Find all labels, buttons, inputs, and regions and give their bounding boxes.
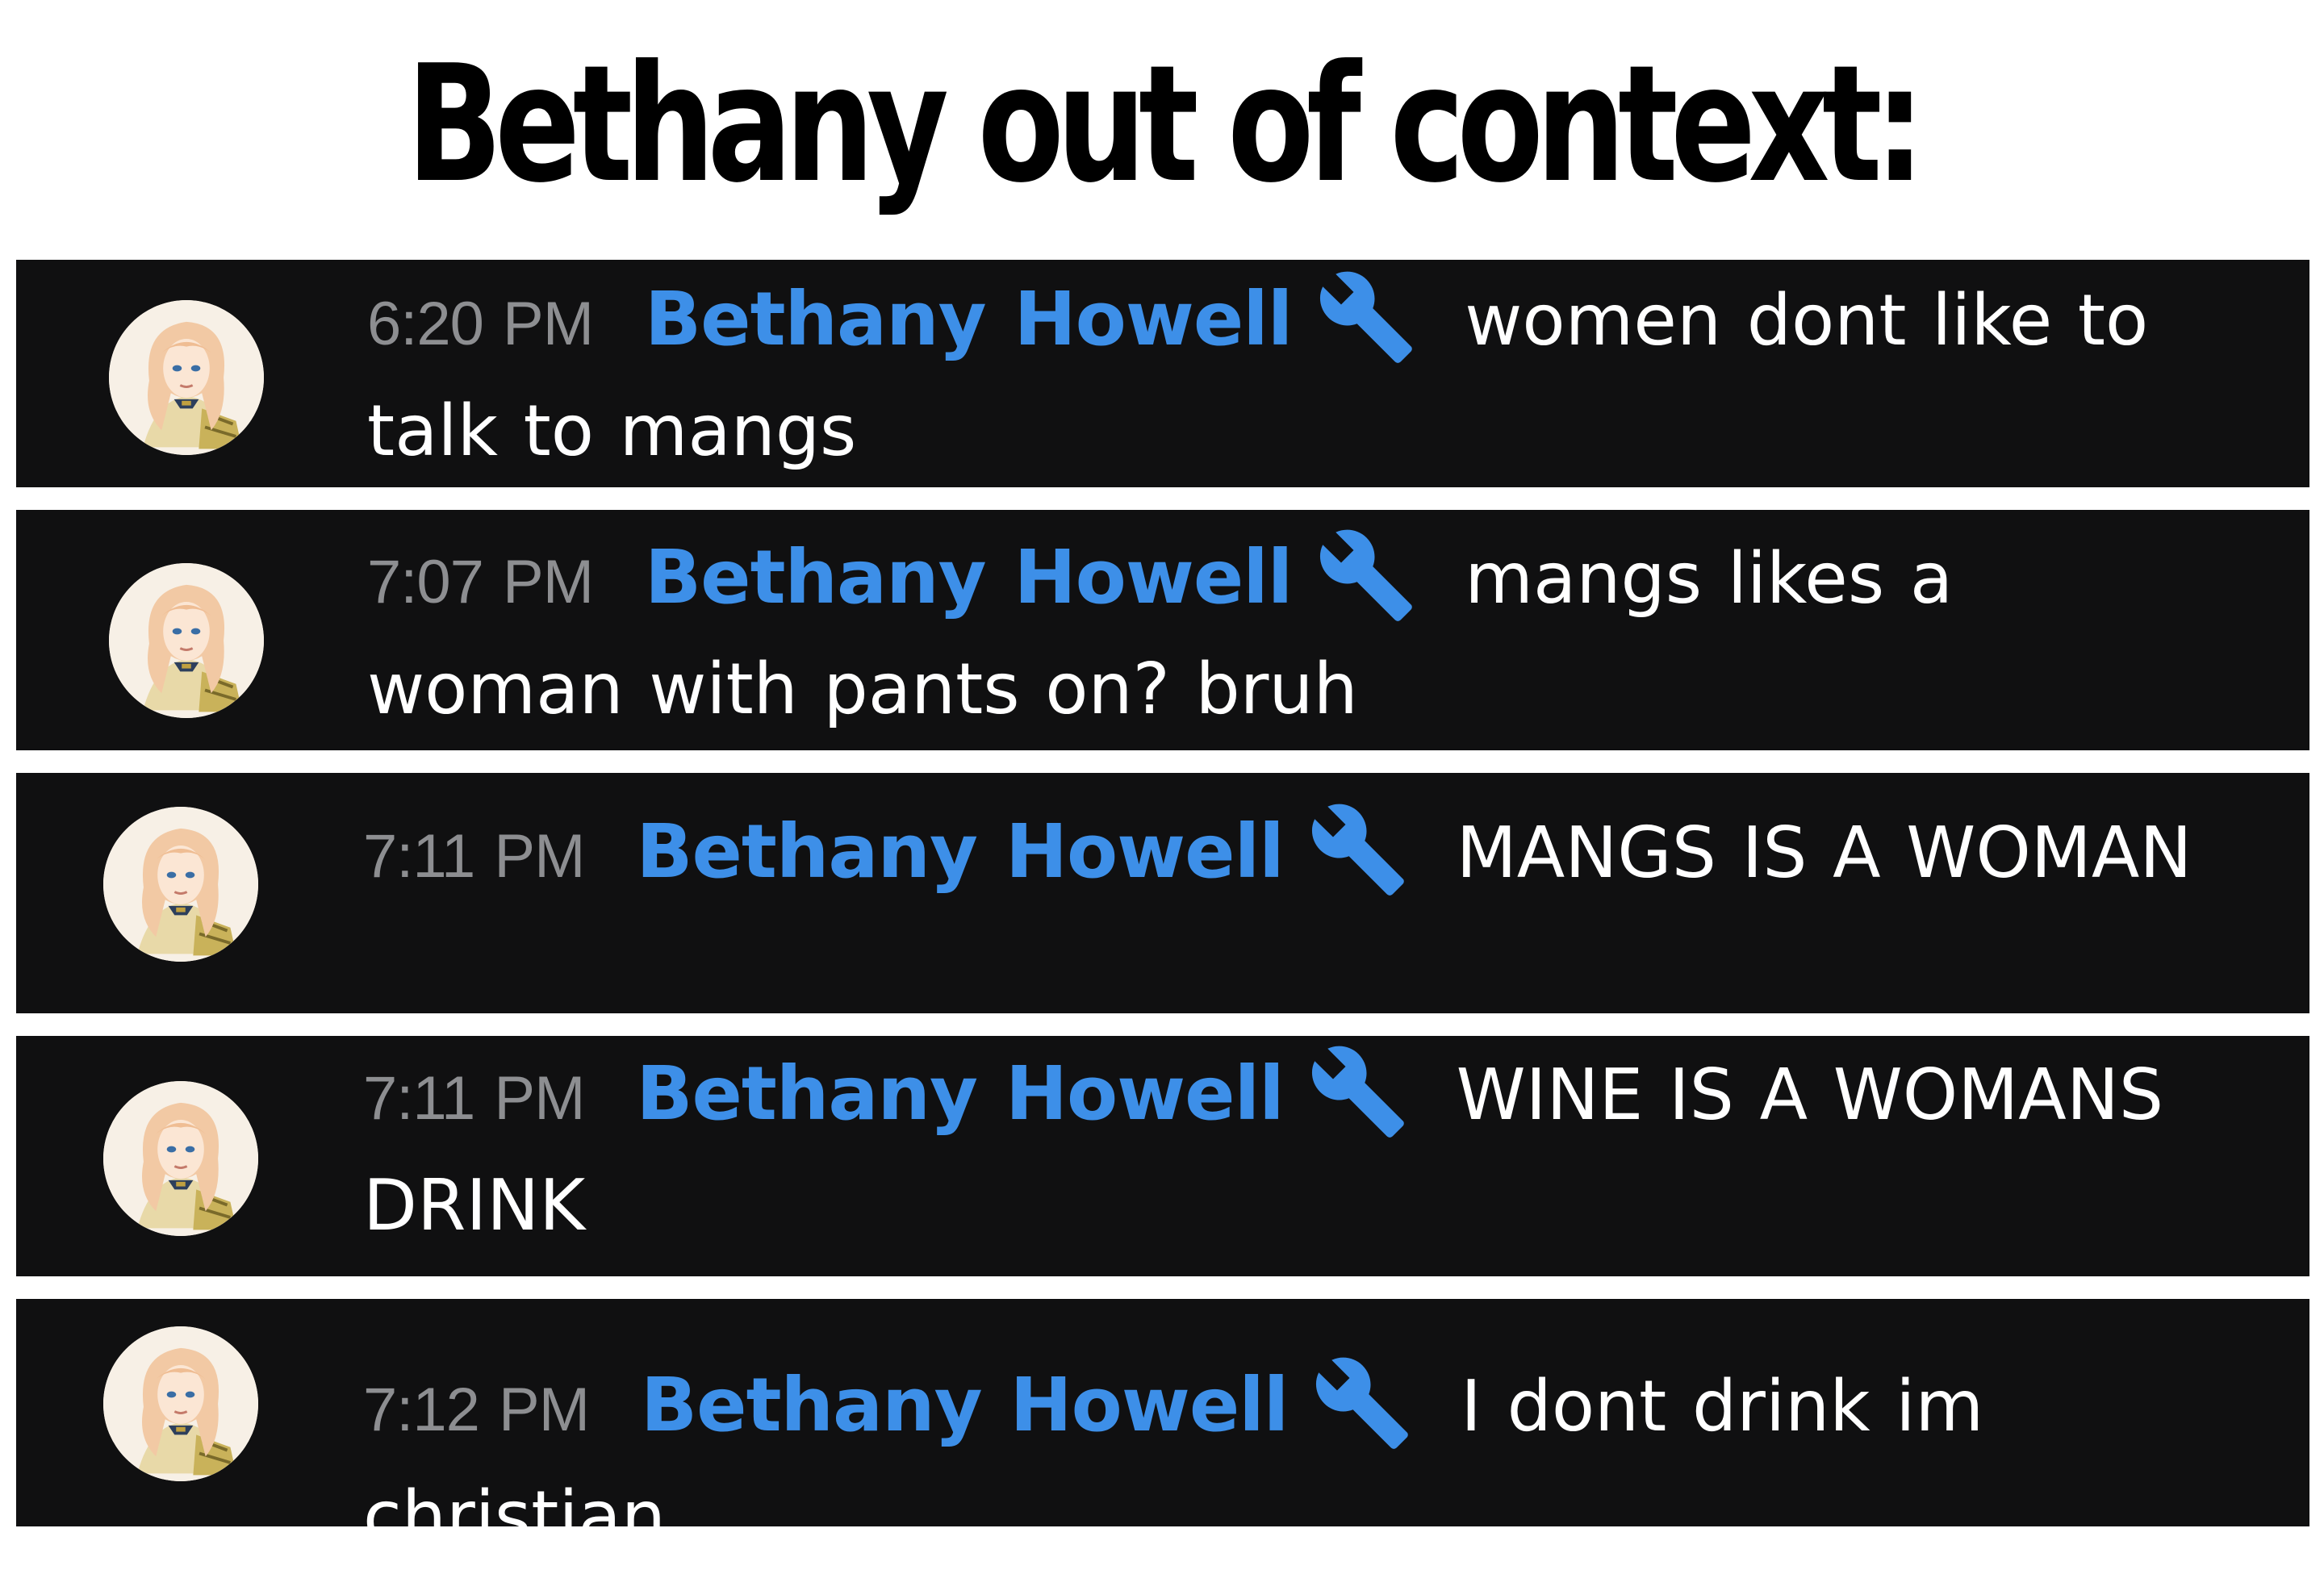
message-content: 7:07 PM Bethany Howell mangs likes a woman… [367, 524, 2221, 742]
message-row[interactable]: 7:11 PM Bethany Howell MANGS IS A WOMAN [16, 773, 2309, 1013]
avatar[interactable] [103, 1081, 258, 1236]
message-content: 6:20 PM Bethany Howell women dont like to … [367, 266, 2221, 484]
author-name[interactable]: Bethany Howell [641, 1362, 1289, 1448]
author-name[interactable]: Bethany Howell [636, 1050, 1284, 1137]
message-timestamp: 6:20 PM [367, 290, 594, 358]
avatar[interactable] [103, 807, 258, 962]
message-content: 7:11 PM Bethany Howell WINE IS A WOMANS DR… [363, 1041, 2221, 1259]
message-row[interactable]: 7:12 PM Bethany Howell I dont drink im chr… [16, 1299, 2309, 1558]
avatar[interactable] [109, 300, 264, 455]
wrench-icon [1316, 267, 1416, 367]
avatar-image [103, 1081, 258, 1236]
message-row[interactable]: 6:20 PM Bethany Howell women dont like to … [16, 260, 2309, 487]
author-name[interactable]: Bethany Howell [645, 276, 1293, 362]
avatar-image [103, 1326, 258, 1481]
wrench-icon [1308, 800, 1408, 900]
message-row[interactable]: 7:11 PM Bethany Howell WINE IS A WOMANS DR… [16, 1036, 2309, 1276]
wrench-icon [1308, 1042, 1408, 1142]
avatar-image [109, 563, 264, 718]
message-row[interactable]: 7:07 PM Bethany Howell mangs likes a woman… [16, 510, 2309, 750]
avatar-image [103, 807, 258, 962]
message-content: 7:11 PM Bethany Howell MANGS IS A WOMAN [363, 799, 2221, 910]
message-timestamp: 7:07 PM [367, 548, 594, 616]
wrench-icon [1316, 525, 1416, 625]
page-title: Bethany out of context: [406, 31, 1925, 219]
author-name[interactable]: Bethany Howell [636, 808, 1284, 895]
message-timestamp: 7:11 PM [363, 1064, 585, 1133]
avatar[interactable] [103, 1326, 258, 1481]
wrench-icon [1312, 1353, 1412, 1453]
message-timestamp: 7:11 PM [363, 822, 585, 891]
message-timestamp: 7:12 PM [363, 1376, 590, 1444]
message-content: 7:12 PM Bethany Howell I dont drink im chr… [363, 1352, 2221, 1570]
message-text: MANGS IS A WOMAN [1456, 812, 2192, 894]
author-name[interactable]: Bethany Howell [645, 534, 1293, 620]
avatar[interactable] [109, 563, 264, 718]
avatar-image [109, 300, 264, 455]
